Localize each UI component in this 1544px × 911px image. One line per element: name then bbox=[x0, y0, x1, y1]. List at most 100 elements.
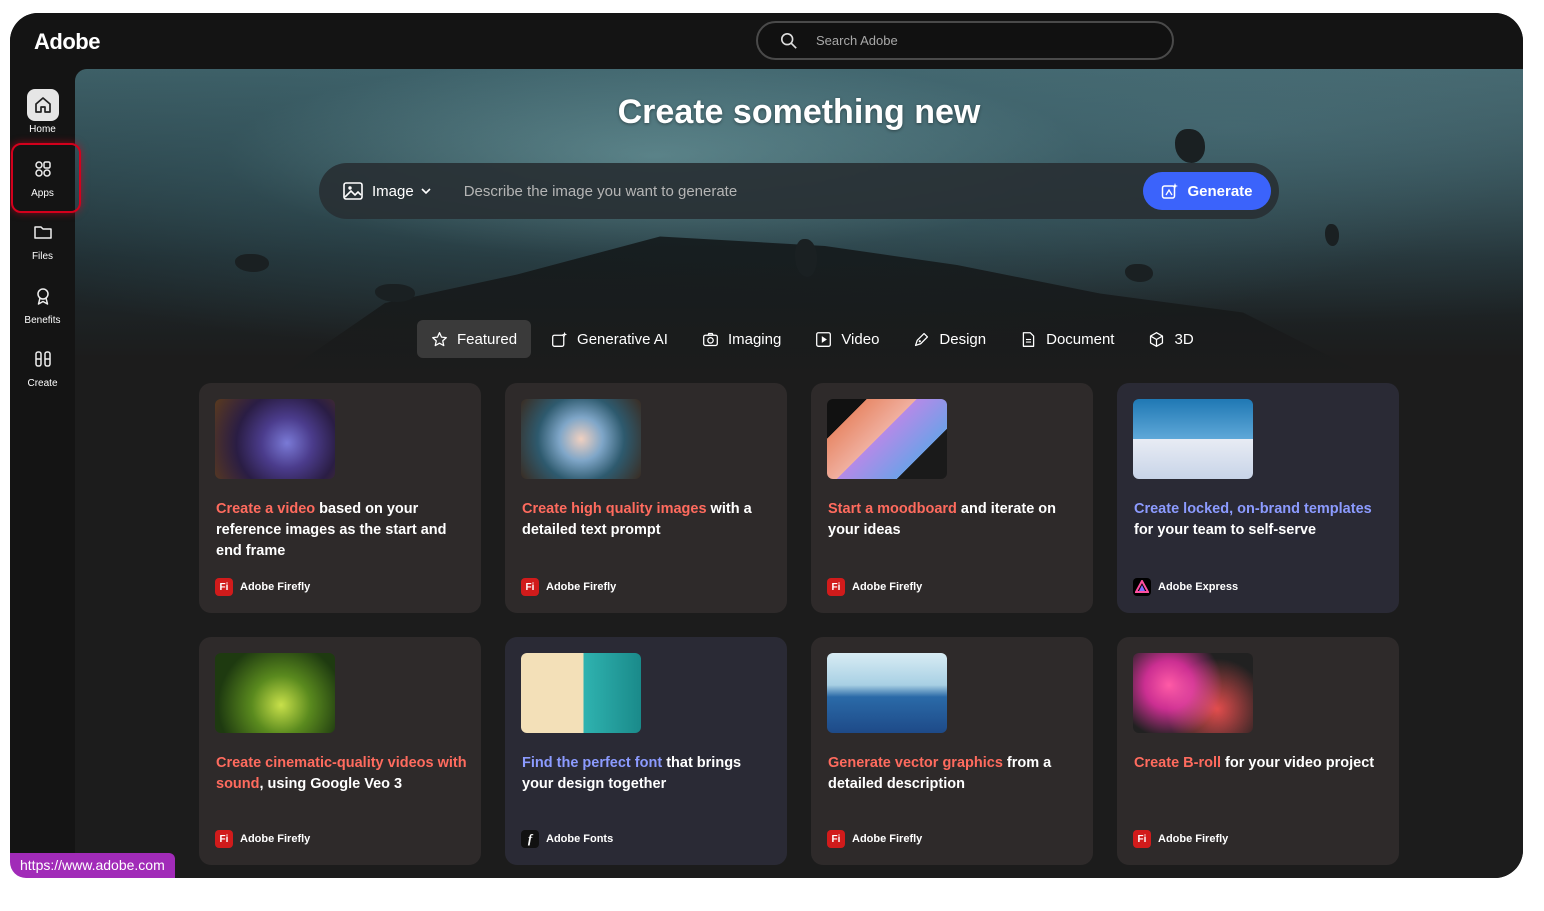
card-create-video[interactable]: Create a video based on your reference i… bbox=[199, 383, 481, 613]
card-title: Create high quality images with a detail… bbox=[522, 501, 752, 538]
mode-dropdown[interactable]: Image bbox=[343, 182, 432, 200]
card-app-label: Adobe Firefly bbox=[546, 581, 617, 593]
folder-icon bbox=[27, 216, 59, 248]
tab-design[interactable]: Design bbox=[899, 320, 1000, 358]
prompt-input[interactable] bbox=[463, 182, 1124, 200]
firefly-icon: Fi bbox=[827, 578, 845, 596]
card-cinematic-videos[interactable]: Create cinematic-quality videos with sou… bbox=[199, 637, 481, 865]
card-title: Start a moodboard and iterate on your id… bbox=[828, 501, 1057, 538]
sidebar-item-home[interactable]: Home bbox=[10, 89, 75, 135]
status-bar-url: https://www.adobe.com bbox=[10, 853, 175, 878]
sidebar-item-create[interactable]: Create bbox=[10, 343, 75, 389]
sidebar-item-label: Benefits bbox=[24, 315, 61, 326]
adobe-logo[interactable]: Adobe bbox=[34, 29, 100, 55]
camera-icon bbox=[703, 332, 718, 346]
tab-label: Video bbox=[841, 330, 880, 348]
card-app: Fi Adobe Firefly bbox=[521, 578, 616, 596]
document-icon bbox=[1022, 331, 1035, 347]
generate-label: Generate bbox=[1187, 182, 1253, 200]
search-bar[interactable] bbox=[756, 21, 1174, 60]
card-vector-graphics[interactable]: Generate vector graphics from a detailed… bbox=[811, 637, 1093, 865]
floating-rock bbox=[235, 254, 269, 272]
card-app: f Adobe Fonts bbox=[521, 830, 613, 848]
tab-generative-ai[interactable]: Generative AI bbox=[537, 320, 682, 358]
card-thumbnail bbox=[215, 653, 335, 733]
card-app-label: Adobe Firefly bbox=[852, 833, 923, 845]
category-tabs: Featured Generative AI Imaging Video Des… bbox=[417, 319, 1214, 359]
card-b-roll[interactable]: Create B-roll for your video project Fi … bbox=[1117, 637, 1399, 865]
pen-icon bbox=[915, 332, 929, 346]
card-thumbnail bbox=[215, 399, 335, 479]
card-app: Adobe Express bbox=[1133, 578, 1238, 596]
card-thumbnail bbox=[827, 399, 947, 479]
apps-highlight-ring bbox=[11, 143, 81, 213]
floating-rock bbox=[1325, 224, 1339, 246]
chevron-down-icon bbox=[421, 188, 431, 195]
firefly-icon: Fi bbox=[827, 830, 845, 848]
search-icon bbox=[780, 32, 797, 49]
generate-sparkle-icon bbox=[1162, 183, 1179, 199]
card-thumbnail bbox=[1133, 653, 1253, 733]
card-title: Create a video based on your reference i… bbox=[216, 501, 447, 559]
card-app-label: Adobe Firefly bbox=[240, 581, 311, 593]
firefly-icon: Fi bbox=[215, 578, 233, 596]
card-title: Generate vector graphics from a detailed… bbox=[828, 755, 1052, 792]
tab-video[interactable]: Video bbox=[801, 320, 893, 358]
hero-title: Create something new bbox=[617, 93, 981, 131]
card-brand-templates[interactable]: Create locked, on-brand templates for yo… bbox=[1117, 383, 1399, 613]
card-thumbnail bbox=[1133, 399, 1253, 479]
card-thumbnail bbox=[827, 653, 947, 733]
main-content: Create something new Image Generate Feat… bbox=[75, 69, 1523, 878]
card-thumbnail bbox=[521, 653, 641, 733]
tab-label: Generative AI bbox=[577, 330, 668, 348]
card-title: Create locked, on-brand templates for yo… bbox=[1134, 501, 1372, 538]
card-title: Find the perfect font that brings your d… bbox=[522, 755, 742, 792]
floating-rock bbox=[1125, 264, 1153, 282]
card-app: Fi Adobe Firefly bbox=[827, 578, 922, 596]
card-app: Fi Adobe Firefly bbox=[1133, 830, 1228, 848]
adobe-fonts-icon: f bbox=[521, 830, 539, 848]
tab-3d[interactable]: 3D bbox=[1134, 320, 1207, 358]
generate-prompt-bar: Image Generate bbox=[319, 163, 1279, 219]
adobe-express-icon bbox=[1133, 578, 1151, 596]
tab-label: Featured bbox=[457, 330, 518, 348]
home-icon bbox=[26, 89, 59, 121]
card-moodboard[interactable]: Start a moodboard and iterate on your id… bbox=[811, 383, 1093, 613]
sidebar-item-label: Home bbox=[29, 124, 56, 135]
card-high-quality-images[interactable]: Create high quality images with a detail… bbox=[505, 383, 787, 613]
award-icon bbox=[27, 280, 59, 312]
tab-featured[interactable]: Featured bbox=[417, 320, 532, 358]
firefly-icon: Fi bbox=[1133, 830, 1151, 848]
tab-label: Imaging bbox=[727, 330, 782, 348]
sidebar-item-label: Create bbox=[27, 378, 58, 389]
generate-button[interactable]: Generate bbox=[1143, 172, 1271, 210]
card-thumbnail bbox=[521, 399, 641, 479]
app-window: Adobe Home Apps Files bbox=[10, 13, 1523, 878]
star-icon bbox=[432, 331, 447, 346]
tab-document[interactable]: Document bbox=[1006, 320, 1128, 358]
mode-label: Image bbox=[372, 182, 414, 200]
card-app-label: Adobe Firefly bbox=[1158, 833, 1229, 845]
tab-label: 3D bbox=[1174, 330, 1194, 348]
cube-icon bbox=[1150, 331, 1164, 347]
card-app-label: Adobe Express bbox=[1158, 581, 1239, 593]
tab-label: Document bbox=[1046, 330, 1115, 348]
sidebar-item-label: Files bbox=[31, 251, 54, 262]
firefly-icon: Fi bbox=[215, 830, 233, 848]
floating-rock bbox=[1175, 129, 1205, 163]
floating-rock bbox=[375, 284, 415, 302]
sidebar-item-files[interactable]: Files bbox=[10, 216, 75, 262]
card-app: Fi Adobe Firefly bbox=[215, 830, 310, 848]
search-input[interactable] bbox=[816, 33, 1136, 48]
floating-rock bbox=[795, 239, 817, 277]
tab-imaging[interactable]: Imaging bbox=[688, 320, 795, 358]
card-app-label: Adobe Fonts bbox=[546, 833, 614, 845]
generative-ai-icon bbox=[552, 331, 568, 347]
video-icon bbox=[816, 331, 832, 347]
card-title: Create B-roll for your video project bbox=[1134, 755, 1375, 771]
sidebar-item-benefits[interactable]: Benefits bbox=[10, 280, 75, 326]
tab-label: Design bbox=[939, 330, 987, 348]
card-app: Fi Adobe Firefly bbox=[215, 578, 310, 596]
card-perfect-font[interactable]: Find the perfect font that brings your d… bbox=[505, 637, 787, 865]
firefly-icon: Fi bbox=[521, 578, 539, 596]
